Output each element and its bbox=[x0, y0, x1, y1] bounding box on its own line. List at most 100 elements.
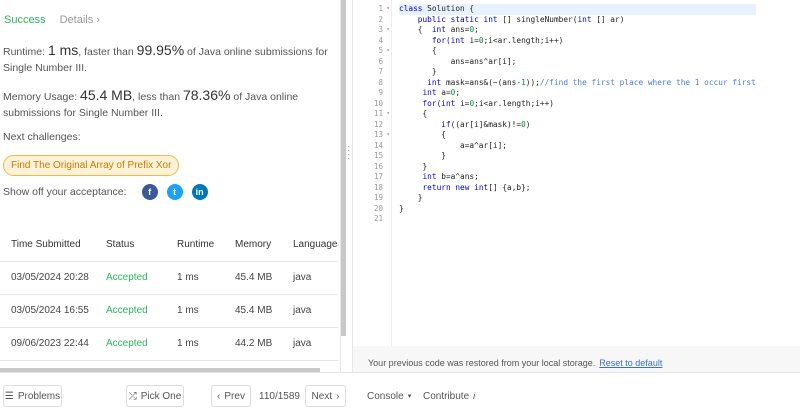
runtime-value: 1 ms bbox=[47, 42, 79, 58]
code-editor[interactable]: 123456789101112131415161718192021 class … bbox=[352, 0, 800, 346]
code-line[interactable]: public static int [] singleNumber(int []… bbox=[399, 15, 756, 26]
line-number: 5 bbox=[353, 46, 391, 57]
submissions-table: Time Submitted Status Runtime Memory Lan… bbox=[0, 228, 338, 361]
memory-middle: , less than bbox=[132, 91, 183, 103]
table-row: 09/06/2023 22:44 Accepted 1 ms 44.2 MB j… bbox=[0, 327, 338, 361]
cell-status-link[interactable]: Accepted bbox=[95, 327, 166, 361]
twitter-icon[interactable]: t bbox=[166, 184, 183, 200]
pick-one-button[interactable]: ⤮ Pick One bbox=[126, 385, 184, 407]
cell-memory: 45.4 MB bbox=[224, 294, 282, 328]
restore-text: Your previous code was restored from you… bbox=[368, 358, 596, 368]
header-time-submitted[interactable]: Time Submitted bbox=[0, 228, 95, 262]
cell-time: 03/05/2024 16:55 bbox=[0, 294, 95, 328]
code-line[interactable]: { bbox=[399, 109, 756, 120]
code-line[interactable]: } bbox=[399, 204, 756, 215]
tab-success[interactable]: Success bbox=[4, 14, 46, 26]
code-line[interactable]: } bbox=[399, 193, 756, 204]
line-number: 18 bbox=[373, 182, 383, 192]
line-number: 10 bbox=[373, 98, 383, 108]
line-number: 13 bbox=[353, 130, 391, 141]
restore-notice: Your previous code was restored from you… bbox=[352, 346, 800, 372]
info-icon: i bbox=[473, 391, 476, 401]
panel-splitter-handle[interactable]: · · · · bbox=[347, 142, 350, 164]
code-line[interactable]: } bbox=[399, 67, 756, 78]
reset-to-default-link[interactable]: Reset to default bbox=[599, 358, 662, 368]
submission-detail-panel: Success Details › Runtime: 1 ms, faster … bbox=[0, 0, 341, 372]
chevron-left-icon: ‹ bbox=[217, 390, 221, 402]
runtime-percent: 99.95% bbox=[136, 42, 185, 58]
line-number: 4 bbox=[378, 35, 383, 45]
pick-one-label: Pick One bbox=[140, 390, 182, 402]
code-line[interactable]: for(int i=0;i<ar.length;i++) bbox=[399, 36, 756, 47]
console-button[interactable]: Console ▾ bbox=[367, 385, 411, 407]
code-line[interactable]: class Solution { bbox=[399, 4, 756, 15]
cell-status-link[interactable]: Accepted bbox=[95, 294, 166, 328]
code-line[interactable]: ans=ans^ar[i]; bbox=[399, 57, 756, 68]
runtime-stat: Runtime: 1 ms, faster than 99.95% of Jav… bbox=[3, 42, 339, 76]
memory-percent: 78.36% bbox=[182, 87, 231, 103]
problems-button[interactable]: ☰ Problems bbox=[3, 385, 62, 407]
line-number: 21 bbox=[373, 214, 383, 223]
tab-details[interactable]: Details › bbox=[60, 14, 100, 26]
facebook-icon[interactable]: f bbox=[141, 184, 158, 200]
cell-time: 09/06/2023 22:44 bbox=[0, 327, 95, 361]
prev-label: Prev bbox=[224, 390, 245, 402]
code-content[interactable]: class Solution { public static int [] si… bbox=[399, 4, 756, 225]
line-number-gutter: 123456789101112131415161718192021 bbox=[353, 4, 391, 225]
tab-details-label: Details bbox=[59, 14, 94, 26]
line-number: 20 bbox=[373, 203, 383, 213]
next-challenge-tag[interactable]: Find The Original Array of Prefix Xor bbox=[3, 155, 180, 176]
code-line[interactable]: int mask=ans&(~(ans-1));//find the first… bbox=[399, 78, 756, 89]
social-buttons: f t in bbox=[141, 184, 208, 200]
cell-status-link[interactable]: Accepted bbox=[95, 261, 166, 295]
memory-label: Memory Usage: bbox=[3, 91, 81, 103]
line-number: 8 bbox=[378, 77, 383, 87]
cell-language: java bbox=[282, 261, 338, 295]
line-number: 6 bbox=[378, 56, 383, 66]
console-label: Console bbox=[367, 390, 404, 402]
vertical-scrollbar[interactable] bbox=[341, 0, 346, 336]
code-line[interactable]: } bbox=[399, 162, 756, 173]
line-number: 7 bbox=[378, 67, 383, 76]
line-number: 15 bbox=[373, 151, 383, 160]
runtime-label: Runtime: bbox=[3, 46, 48, 58]
code-line[interactable]: { bbox=[399, 46, 756, 57]
line-number: 17 bbox=[373, 172, 383, 181]
code-line[interactable]: for(int i=0;i<ar.length;i++) bbox=[399, 99, 756, 110]
code-line[interactable]: int b=a^ans; bbox=[399, 172, 756, 183]
code-line[interactable]: int a=0; bbox=[399, 88, 756, 99]
code-line[interactable]: a=a^ar[i]; bbox=[399, 141, 756, 152]
cell-runtime: 1 ms bbox=[166, 327, 224, 361]
contribute-button[interactable]: Contribute i bbox=[423, 385, 475, 407]
list-icon: ☰ bbox=[4, 390, 14, 402]
code-line[interactable]: } bbox=[399, 151, 756, 162]
next-button[interactable]: Next › bbox=[305, 385, 346, 407]
line-number: 12 bbox=[373, 119, 383, 129]
result-tabs: Success Details › bbox=[4, 14, 100, 26]
code-line[interactable] bbox=[399, 214, 756, 225]
header-language[interactable]: Language bbox=[282, 228, 338, 262]
table-row: 03/05/2024 16:55 Accepted 1 ms 45.4 MB j… bbox=[0, 294, 338, 328]
code-line[interactable]: { int ans=0; bbox=[399, 25, 756, 36]
table-header-row: Time Submitted Status Runtime Memory Lan… bbox=[0, 228, 338, 262]
code-line[interactable]: if((ar[i]&mask)!=0) bbox=[399, 120, 756, 131]
line-number: 2 bbox=[378, 14, 383, 24]
chevron-right-icon: › bbox=[336, 390, 340, 402]
header-runtime[interactable]: Runtime bbox=[166, 228, 224, 262]
linkedin-icon[interactable]: in bbox=[191, 184, 208, 200]
caret-down-icon: ▾ bbox=[407, 393, 412, 400]
header-memory[interactable]: Memory bbox=[224, 228, 282, 262]
next-challenges-label: Next challenges: bbox=[3, 131, 81, 143]
line-number: 14 bbox=[373, 140, 383, 150]
prev-button[interactable]: ‹ Prev bbox=[211, 385, 251, 407]
problems-label: Problems bbox=[17, 390, 61, 402]
code-line[interactable]: { bbox=[399, 130, 756, 141]
memory-stat: Memory Usage: 45.4 MB, less than 78.36% … bbox=[3, 87, 339, 121]
code-line[interactable]: return new int[] {a,b}; bbox=[399, 183, 756, 194]
problem-counter: 110/1589 bbox=[259, 390, 300, 402]
header-status[interactable]: Status bbox=[95, 228, 166, 262]
cell-runtime: 1 ms bbox=[166, 261, 224, 295]
chevron-right-icon: › bbox=[96, 14, 100, 26]
line-number: 3 bbox=[353, 25, 391, 36]
line-number: 19 bbox=[373, 193, 383, 202]
